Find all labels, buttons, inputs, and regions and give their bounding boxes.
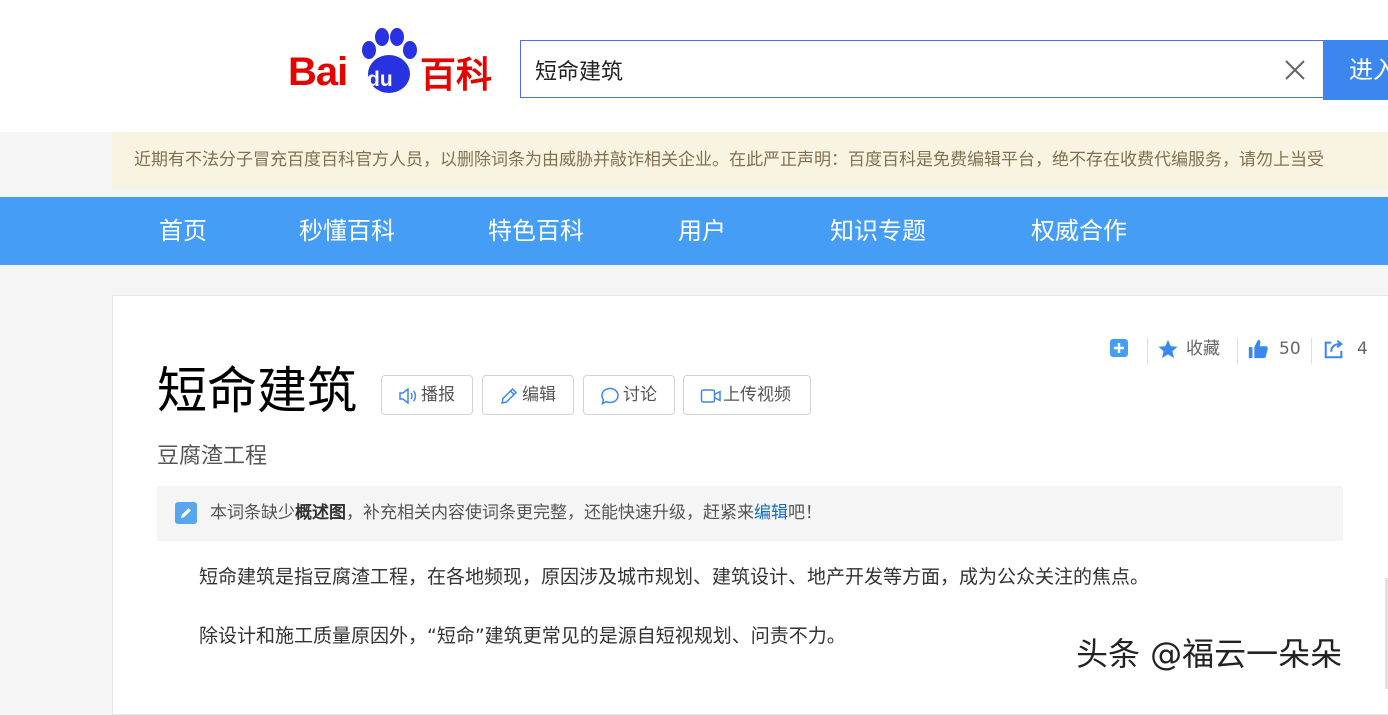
search-input[interactable] bbox=[533, 53, 1237, 87]
nav-item-user[interactable]: 用户 bbox=[678, 197, 726, 265]
watermark-text: 头条 @福云一朵朵 bbox=[1076, 635, 1343, 673]
nav-item-home[interactable]: 首页 bbox=[159, 197, 207, 265]
like-button[interactable]: 50 bbox=[1247, 334, 1309, 364]
add-icon[interactable] bbox=[1109, 334, 1131, 364]
edit-note-icon bbox=[175, 502, 197, 524]
tip-text: 本词条缺少概述图，补充相关内容使词条更完整，还能快速升级，赶紧来编辑吧！ bbox=[210, 503, 822, 523]
nav-item-special[interactable]: 特色百科 bbox=[488, 197, 584, 265]
missing-image-tip: 本词条缺少概述图，补充相关内容使词条更完整，还能快速升级，赶紧来编辑吧！ bbox=[157, 486, 1343, 541]
broadcast-label: 播报 bbox=[421, 385, 455, 405]
logo-bai-text: Bai bbox=[288, 50, 348, 94]
baidu-baike-logo[interactable]: Bai du 百科 bbox=[288, 26, 498, 98]
notice-banner: 近期有不法分子冒充百度百科官方人员，以删除词条为由威胁并敲诈相关企业。在此严正声… bbox=[112, 132, 1388, 189]
comment-icon bbox=[601, 387, 619, 405]
broadcast-button[interactable]: 播报 bbox=[381, 375, 473, 415]
upload-video-label: 上传视频 bbox=[723, 385, 791, 405]
edit-button[interactable]: 编辑 bbox=[482, 375, 574, 415]
discuss-label: 讨论 bbox=[623, 385, 657, 405]
share-count: 4 bbox=[1357, 339, 1368, 359]
top-header: Bai du 百科 进入 bbox=[0, 0, 1388, 132]
like-count: 50 bbox=[1279, 339, 1301, 359]
pencil-icon bbox=[501, 387, 518, 404]
nav-item-cooperation[interactable]: 权威合作 bbox=[1031, 197, 1127, 265]
share-icon bbox=[1324, 339, 1343, 359]
nav-item-miaodong[interactable]: 秒懂百科 bbox=[299, 197, 395, 265]
star-icon bbox=[1158, 339, 1178, 358]
video-camera-icon bbox=[700, 389, 721, 403]
edit-label: 编辑 bbox=[522, 385, 556, 405]
thumbs-up-icon bbox=[1248, 339, 1268, 359]
paragraph-1: 短命建筑是指豆腐渣工程，在各地频现，原因涉及城市规划、建筑设计、地产开发等方面，… bbox=[199, 566, 1150, 588]
nav-item-topics[interactable]: 知识专题 bbox=[830, 197, 926, 265]
entry-title: 短命建筑 bbox=[157, 362, 357, 420]
speaker-icon bbox=[399, 387, 417, 405]
search-box bbox=[520, 40, 1324, 98]
share-button[interactable]: 4 bbox=[1323, 334, 1368, 364]
enter-button[interactable]: 进入 bbox=[1323, 40, 1388, 100]
logo-baike-text: 百科 bbox=[420, 54, 493, 95]
tip-bold: 概述图 bbox=[295, 503, 346, 523]
upload-video-button[interactable]: 上传视频 bbox=[683, 375, 811, 415]
collect-label: 收藏 bbox=[1186, 339, 1220, 359]
discuss-button[interactable]: 讨论 bbox=[583, 375, 675, 415]
collect-button[interactable]: 收藏 bbox=[1157, 334, 1227, 364]
entry-subtitle: 豆腐渣工程 bbox=[157, 444, 268, 469]
main-nav: 首页 秒懂百科 特色百科 用户 知识专题 权威合作 bbox=[0, 197, 1388, 265]
tip-edit-link[interactable]: 编辑 bbox=[754, 503, 788, 523]
close-icon[interactable] bbox=[1283, 58, 1307, 82]
paragraph-2: 除设计和施工质量原因外，“短命”建筑更常见的是源自短视规划、问责不力。 bbox=[199, 625, 846, 647]
logo-du-text: du bbox=[367, 68, 393, 91]
